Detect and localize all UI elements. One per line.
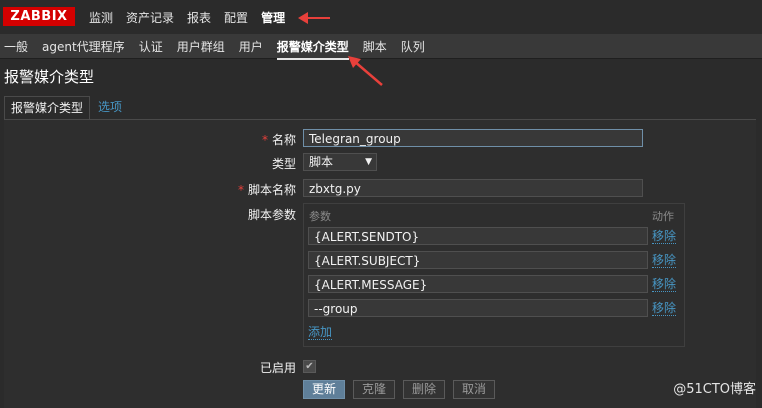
sub-item-queue[interactable]: 队列	[401, 38, 425, 60]
param-input-3[interactable]: {ALERT.MESSAGE}	[308, 275, 648, 293]
sub-item-general[interactable]: 一般	[4, 38, 28, 60]
params-header: 参数	[309, 210, 331, 223]
action-header: 动作	[652, 210, 674, 223]
script-name-input[interactable]: zbxtg.py	[303, 179, 643, 197]
sub-item-users[interactable]: 用户	[239, 38, 263, 60]
type-select-value: 脚本	[309, 155, 334, 169]
tab-options[interactable]: 选项	[92, 96, 128, 118]
sub-item-user-groups[interactable]: 用户群组	[177, 38, 225, 60]
cancel-button[interactable]: 取消	[453, 380, 496, 399]
remove-link-3[interactable]: 移除	[652, 277, 677, 292]
sub-item-authentication[interactable]: 认证	[139, 38, 163, 60]
top-navigation-bar: ZABBIX 监测 资产记录 报表 配置 管理	[0, 0, 762, 34]
param-input-2[interactable]: {ALERT.SUBJECT}	[308, 251, 648, 269]
form-tabs: 报警媒介类型 选项	[0, 96, 762, 120]
update-button[interactable]: 更新	[303, 380, 346, 399]
sub-item-media-types[interactable]: 报警媒介类型	[276, 38, 349, 60]
watermark: @51CTO博客	[673, 382, 756, 397]
type-select[interactable]: 脚本 ▼	[303, 153, 377, 171]
type-label: 类型	[271, 157, 296, 171]
main-menu: 监测 资产记录 报表 配置 管理	[89, 9, 298, 26]
enabled-label: 已启用	[259, 361, 296, 375]
param-input-1[interactable]: {ALERT.SENDTO}	[308, 227, 648, 245]
menu-item-inventory[interactable]: 资产记录	[126, 9, 174, 26]
param-input-4[interactable]: --group	[308, 299, 648, 317]
add-param-link[interactable]: 添加	[308, 325, 333, 340]
remove-link-2[interactable]: 移除	[652, 253, 677, 268]
clone-button[interactable]: 克隆	[353, 380, 396, 399]
annotation-arrow-top	[298, 12, 330, 24]
tab-media-type[interactable]: 报警媒介类型	[4, 96, 91, 119]
menu-item-administration[interactable]: 管理	[261, 9, 285, 26]
remove-link-1[interactable]: 移除	[652, 229, 677, 244]
script-params-label: 脚本参数	[247, 208, 296, 222]
zabbix-logo[interactable]: ZABBIX	[3, 7, 75, 26]
name-label: * 名称	[261, 133, 296, 147]
delete-button[interactable]: 删除	[403, 380, 446, 399]
chevron-down-icon: ▼	[365, 157, 372, 167]
name-input[interactable]: Telegran_group	[303, 129, 643, 147]
sub-item-proxies[interactable]: agent代理程序	[42, 38, 125, 60]
enabled-checkbox[interactable]: ✔	[303, 360, 316, 373]
script-name-label: * 脚本名称	[237, 183, 296, 197]
page-title: 报警媒介类型	[4, 68, 95, 86]
remove-link-4[interactable]: 移除	[652, 301, 677, 316]
annotation-arrow-sub	[348, 56, 383, 86]
menu-item-configuration[interactable]: 配置	[224, 9, 248, 26]
menu-item-reports[interactable]: 报表	[187, 9, 211, 26]
menu-item-monitoring[interactable]: 监测	[89, 9, 113, 26]
